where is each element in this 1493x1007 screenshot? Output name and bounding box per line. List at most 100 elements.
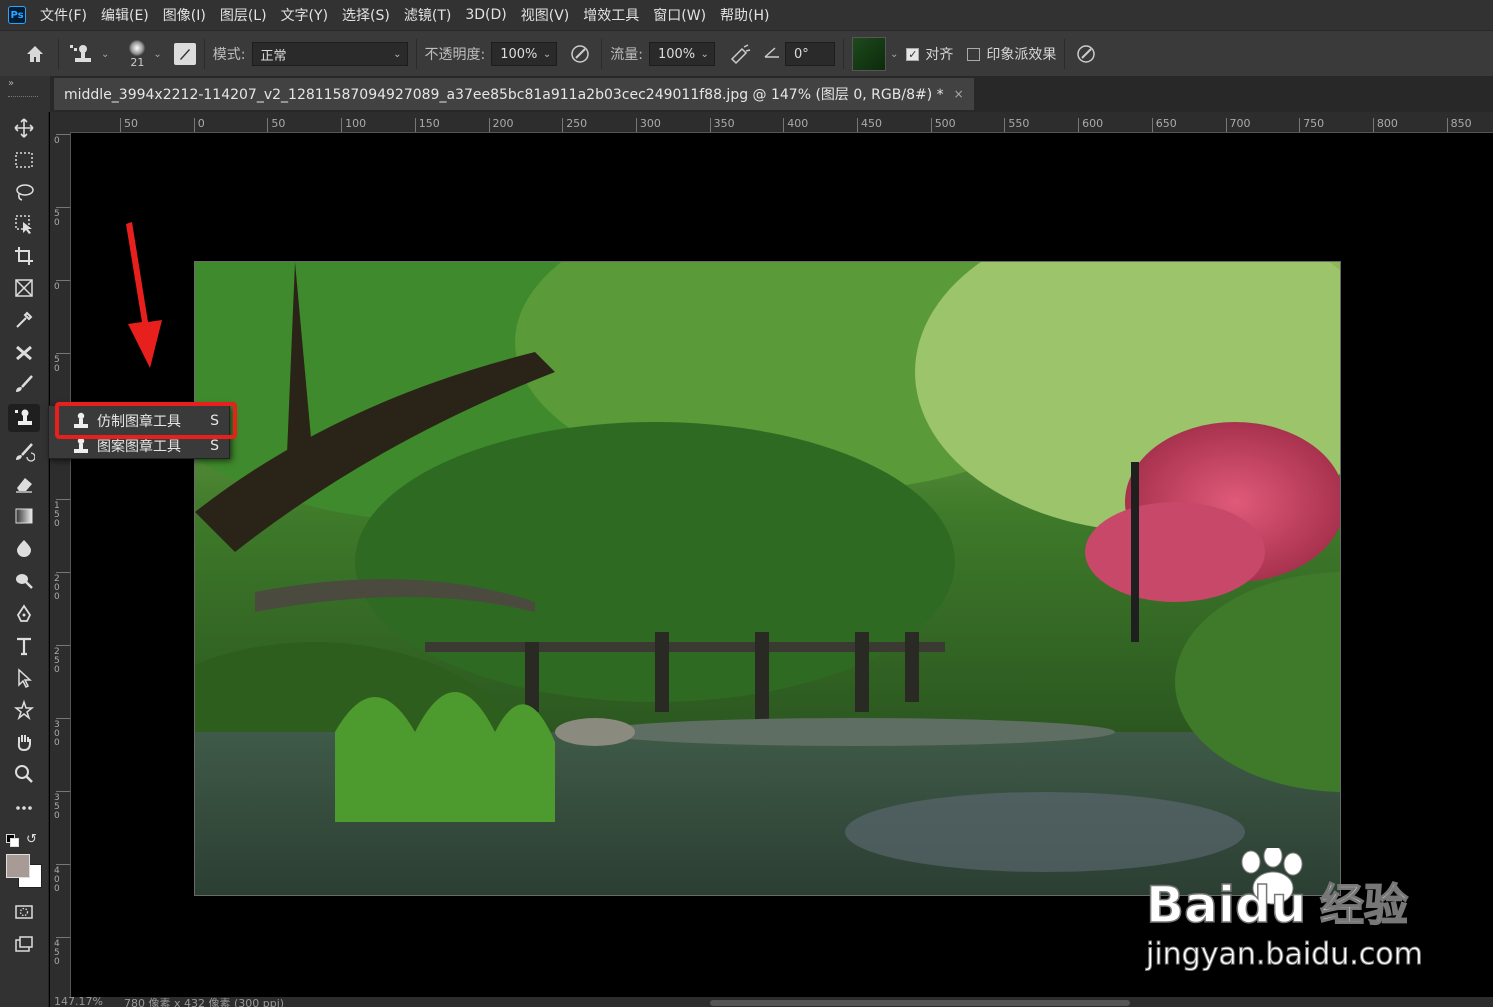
- align-checkbox[interactable]: ✓: [906, 47, 920, 61]
- divider: [415, 39, 417, 69]
- quick-mask-icon[interactable]: [8, 898, 40, 926]
- chevron-down-icon[interactable]: ⌄: [701, 49, 709, 60]
- menu-type[interactable]: 文字(Y): [281, 5, 328, 25]
- lasso-tool-icon[interactable]: [8, 178, 40, 206]
- marquee-tool-icon[interactable]: [8, 146, 40, 174]
- blur-tool-icon[interactable]: [8, 534, 40, 562]
- menu-view[interactable]: 视图(V): [521, 5, 570, 25]
- menu-help[interactable]: 帮助(H): [720, 5, 769, 25]
- baidu-jingyan-watermark: Baidu 经验 jingyan.baidu.com: [1140, 840, 1480, 980]
- pattern-stamp-shortcut: S: [210, 437, 219, 454]
- divider: [842, 39, 844, 69]
- ruler-tick-label: 300: [635, 118, 661, 132]
- ruler-tick-label: 750: [1299, 118, 1324, 132]
- gradient-tool-icon[interactable]: [8, 502, 40, 530]
- toggle-brush-panel-icon[interactable]: [173, 43, 196, 65]
- move-tool-icon[interactable]: [8, 114, 40, 142]
- pressure-opacity-icon[interactable]: [567, 41, 593, 67]
- ruler-tick-label: 100: [341, 118, 366, 132]
- brush-tip-icon: [129, 39, 146, 56]
- horizontal-ruler: 50 0 50 100 150 200 250 300 350 400 450 500 550 600 65…: [50, 112, 1493, 133]
- divider: [203, 39, 205, 69]
- screen-mode-icon[interactable]: [8, 930, 40, 958]
- more-tools-icon[interactable]: [8, 794, 40, 822]
- vertical-ruler: 05 005 01 0 01 5 02 0 02 5 03 0 03 5 04 …: [50, 132, 71, 1007]
- swap-colors-icon[interactable]: ↺: [26, 832, 37, 847]
- eyedropper-tool-icon[interactable]: [8, 306, 40, 334]
- history-brush-tool-icon[interactable]: [8, 438, 40, 466]
- chevron-down-icon[interactable]: ⌄: [543, 49, 551, 60]
- close-icon[interactable]: ×: [954, 87, 964, 101]
- zoom-level[interactable]: 147.17%: [54, 997, 103, 1007]
- airbrush-icon[interactable]: [727, 41, 753, 67]
- chevron-down-icon[interactable]: ⌄: [153, 49, 161, 60]
- flow-label: 流量:: [610, 47, 643, 63]
- menu-window[interactable]: 窗口(W): [653, 5, 706, 25]
- menu-3d[interactable]: 3D(D): [465, 7, 506, 23]
- status-bar: 147.17% 780 像素 x 432 像素 (300 ppi): [50, 997, 1493, 1007]
- ruler-tick-label: 350: [709, 118, 735, 132]
- chevron-down-icon[interactable]: ⌄: [890, 49, 898, 60]
- menu-layer[interactable]: 图层(L): [220, 5, 267, 25]
- menu-plugins[interactable]: 增效工具: [583, 5, 639, 25]
- ruler-tick-label: 2 0 0: [54, 572, 70, 602]
- menu-select[interactable]: 选择(S): [342, 5, 390, 25]
- ruler-tick-label: 200: [488, 118, 514, 132]
- ruler-tick-label: 800: [1372, 118, 1398, 132]
- ruler-tick-label: 650: [1151, 118, 1177, 132]
- horizontal-scrollbar[interactable]: [710, 1000, 1130, 1006]
- ruler-tick-label: 2 5 0: [54, 645, 70, 675]
- menu-image[interactable]: 图像(I): [163, 5, 206, 25]
- ruler-tick-label: 1 5 0: [54, 499, 70, 529]
- crop-tool-icon[interactable]: [8, 242, 40, 270]
- tool-preset-picker[interactable]: ⌄: [67, 42, 109, 66]
- align-checkbox-group[interactable]: ✓ 对齐: [906, 44, 953, 64]
- ruler-tick-label: 0: [193, 118, 205, 132]
- angle-input[interactable]: 0°: [784, 42, 835, 66]
- ruler-tick-label: 550: [1004, 118, 1029, 132]
- menu-filter[interactable]: 滤镜(T): [404, 5, 451, 25]
- canvas-image[interactable]: [194, 261, 1341, 896]
- foreground-color-swatch[interactable]: [6, 854, 30, 878]
- toolbar-grip[interactable]: [8, 96, 38, 99]
- mode-dropdown[interactable]: 正常 ⌄: [251, 42, 408, 66]
- opacity-input[interactable]: 100% ⌄: [491, 42, 558, 66]
- pen-tool-icon[interactable]: [8, 600, 40, 628]
- type-tool-icon[interactable]: [8, 632, 40, 660]
- flow-input[interactable]: 100% ⌄: [648, 42, 715, 66]
- divider: [58, 39, 59, 69]
- menu-file[interactable]: 文件(F): [40, 5, 87, 25]
- chevron-down-icon: ⌄: [393, 49, 402, 60]
- options-bar: ⌄ 21 ⌄ 模式: 正常 ⌄ 不透明度: 100% ⌄ 流量: 100% ⌄ …: [0, 30, 1493, 77]
- brush-tool-icon[interactable]: [8, 370, 40, 398]
- clone-stamp-icon: [70, 45, 91, 62]
- document-tab[interactable]: middle_3994x2212-114207_v2_1281158709492…: [54, 78, 974, 110]
- ruler-tick-label: 850: [1446, 118, 1472, 132]
- pressure-size-icon[interactable]: [1073, 41, 1099, 67]
- custom-shape-tool-icon[interactable]: [8, 696, 40, 724]
- ruler-tick-label: 5 0: [54, 207, 70, 228]
- watermark-url: jingyan.baidu.com: [1146, 937, 1424, 972]
- clone-stamp-tool-icon[interactable]: [8, 404, 40, 432]
- home-icon[interactable]: [20, 39, 50, 69]
- ruler-tick-label: 250: [562, 118, 587, 132]
- eraser-tool-icon[interactable]: [8, 470, 40, 498]
- ruler-tick-label: 600: [1078, 118, 1103, 132]
- ruler-tick-label: 700: [1225, 118, 1251, 132]
- hand-tool-icon[interactable]: [8, 728, 40, 756]
- zoom-tool-icon[interactable]: [8, 760, 40, 788]
- path-selection-tool-icon[interactable]: [8, 664, 40, 692]
- brush-preset-picker[interactable]: 21: [125, 39, 149, 69]
- healing-brush-tool-icon[interactable]: [8, 338, 40, 366]
- clone-source-thumbnail[interactable]: [851, 37, 886, 71]
- impressionist-checkbox[interactable]: [967, 47, 981, 61]
- object-selection-tool-icon[interactable]: [8, 210, 40, 238]
- collapse-icon[interactable]: »: [8, 78, 14, 89]
- ruler-tick-label: 0: [54, 280, 70, 292]
- default-colors-icon[interactable]: [6, 834, 19, 847]
- frame-tool-icon[interactable]: [8, 274, 40, 302]
- dodge-tool-icon[interactable]: [8, 566, 40, 594]
- impressionist-checkbox-group[interactable]: 印象派效果: [967, 44, 1056, 64]
- menu-edit[interactable]: 编辑(E): [101, 5, 149, 25]
- align-label: 对齐: [925, 47, 954, 63]
